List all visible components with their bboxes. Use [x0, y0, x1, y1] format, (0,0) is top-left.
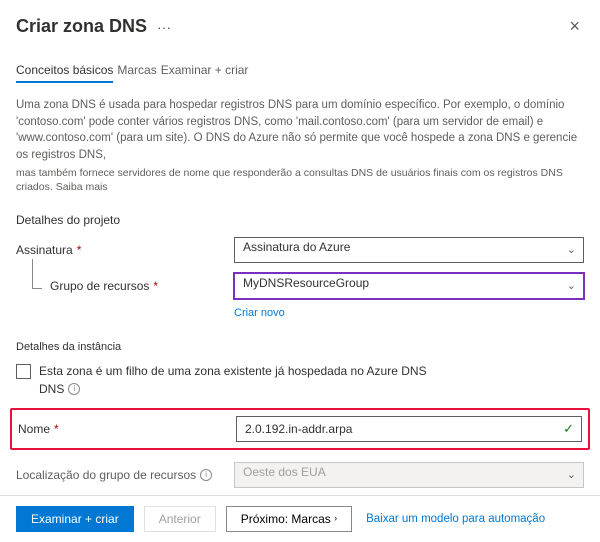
tab-strip: Conceitos básicos Marcas Examinar + cria…	[0, 45, 600, 83]
info-icon[interactable]: i	[68, 383, 80, 395]
previous-button: Anterior	[144, 506, 216, 532]
create-new-link[interactable]: Criar novo	[234, 307, 285, 319]
valid-check-icon: ✓	[563, 421, 574, 437]
more-actions-icon[interactable]: ···	[157, 19, 171, 35]
review-create-button[interactable]: Examinar + criar	[16, 506, 134, 532]
description-text: Uma zona DNS é usada para hospedar regis…	[16, 97, 584, 164]
tab-review[interactable]: Examinar + criar	[161, 63, 249, 83]
chevron-right-icon: ›	[334, 513, 337, 523]
download-template-link[interactable]: Baixar um modelo para automação	[366, 513, 545, 525]
subscription-select[interactable]: Assinatura do Azure	[234, 237, 584, 263]
subscription-label: Assinatura*	[16, 243, 234, 257]
resource-group-label: Grupo de recursos*	[16, 279, 234, 293]
child-zone-label: Esta zona é um filho de uma zona existen…	[39, 363, 427, 380]
info-icon[interactable]: i	[200, 469, 212, 481]
name-label: Nome*	[18, 422, 236, 436]
dns-label: DNS	[39, 382, 64, 396]
description-text-2: mas também fornece servidores de nome qu…	[16, 166, 584, 195]
name-highlight: Nome* ✓	[10, 408, 590, 450]
section-project-details: Detalhes do projeto	[16, 213, 584, 227]
tab-tags[interactable]: Marcas	[117, 63, 156, 83]
next-button[interactable]: Próximo: Marcas ›	[226, 506, 352, 532]
footer-bar: Examinar + criar Anterior Próximo: Marca…	[0, 495, 600, 542]
page-title: Criar zona DNS	[16, 16, 147, 37]
tab-basics[interactable]: Conceitos básicos	[16, 63, 113, 83]
resource-group-select[interactable]: MyDNSResourceGroup	[234, 273, 584, 299]
name-input[interactable]	[236, 416, 582, 442]
learn-more-link[interactable]: Saiba mais	[56, 181, 108, 193]
location-label: Localização do grupo de recursos i	[16, 468, 234, 482]
section-instance-details: Detalhes da instância	[16, 341, 584, 353]
child-zone-checkbox[interactable]	[16, 364, 31, 379]
location-select: Oeste dos EUA	[234, 462, 584, 488]
close-icon[interactable]: ×	[565, 12, 584, 41]
